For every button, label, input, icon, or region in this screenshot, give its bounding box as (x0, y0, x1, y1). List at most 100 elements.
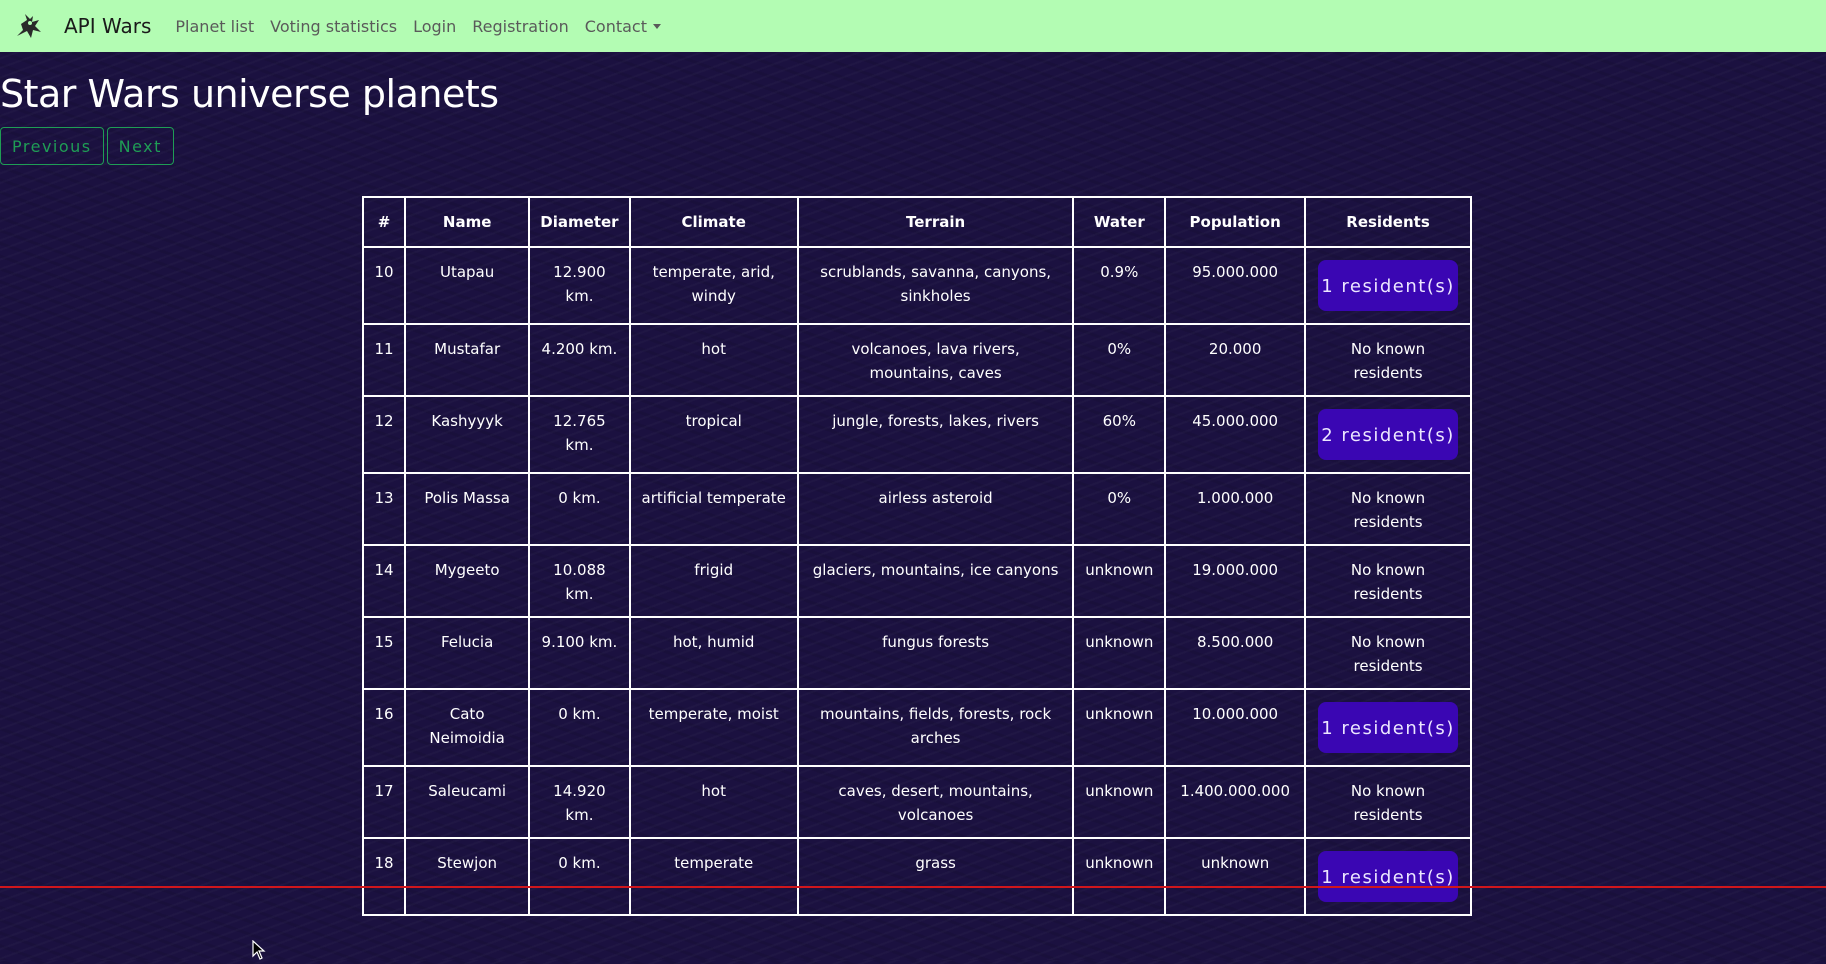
cell-water: unknown (1072, 544, 1167, 618)
page-title: Star Wars universe planets (0, 72, 499, 116)
residents-button[interactable]: 1 resident(s) (1318, 702, 1459, 753)
cell-population: 8.500.000 (1164, 616, 1307, 690)
cell-water: 0% (1072, 323, 1167, 397)
cell-climate: frigid (628, 544, 799, 618)
planets-table: # Name Diameter Climate Terrain Water Po… (362, 196, 1472, 916)
cell-name: Kashyyyk (403, 395, 531, 474)
cell-terrain: airless asteroid (796, 472, 1075, 546)
cell-num: 13 (362, 472, 406, 546)
header-water: Water (1072, 196, 1167, 248)
cell-name: Utapau (403, 246, 531, 325)
nav-registration[interactable]: Registration (472, 17, 568, 36)
cell-climate: temperate (628, 837, 799, 916)
cell-climate: tropical (628, 395, 799, 474)
cell-residents: 1 resident(s) (1304, 246, 1472, 325)
cell-diameter: 12.900 km. (528, 246, 631, 325)
cell-water: unknown (1072, 616, 1167, 690)
planets-table-container: # Name Diameter Climate Terrain Water Po… (362, 196, 1472, 960)
nav-contact-label: Contact (584, 16, 647, 36)
brand-logo-icon[interactable] (12, 9, 46, 43)
cell-climate: temperate, moist (628, 688, 799, 767)
cell-name: Polis Massa (403, 472, 531, 546)
cell-climate: hot, humid (628, 616, 799, 690)
table-row: 12 Kashyyyk 12.765 km. tropical jungle, fore… (362, 395, 1472, 474)
table-row: 10 Utapau 12.900 km. temperate, arid, windy… (362, 246, 1472, 325)
cell-terrain: fungus forests (796, 616, 1075, 690)
cell-num: 11 (362, 323, 406, 397)
horizontal-marker-line (0, 886, 1826, 888)
cell-diameter: 10.088 km. (528, 544, 631, 618)
cell-residents: No known residents (1304, 544, 1472, 618)
cell-water: 0% (1072, 472, 1167, 546)
cell-population: 10.000.000 (1164, 688, 1307, 767)
table-row: 14 Mygeeto 10.088 km. frigid glaciers, mount… (362, 544, 1472, 618)
cell-name: Mygeeto (403, 544, 531, 618)
cell-num: 15 (362, 616, 406, 690)
next-button[interactable]: Next (106, 127, 174, 165)
cell-name: Mustafar (403, 323, 531, 397)
cell-population: 95.000.000 (1164, 246, 1307, 325)
table-row: 13 Polis Massa 0 km. artificial temperate ai… (362, 472, 1472, 546)
header-climate: Climate (628, 196, 799, 248)
cell-diameter: 14.920 km. (528, 765, 631, 839)
cell-name: Felucia (403, 616, 531, 690)
cell-terrain: glaciers, mountains, ice canyons (796, 544, 1075, 618)
header-population: Population (1164, 196, 1307, 248)
residents-button[interactable]: 1 resident(s) (1318, 260, 1459, 311)
cell-population: 19.000.000 (1164, 544, 1307, 618)
cell-residents: No known residents (1304, 323, 1472, 397)
caret-down-icon (652, 23, 661, 29)
top-navbar: API Wars Planet list Voting statistics L… (0, 0, 1826, 52)
cell-climate: artificial temperate (628, 472, 799, 546)
cell-num: 12 (362, 395, 406, 474)
cell-diameter: 0 km. (528, 472, 631, 546)
cell-residents: 2 resident(s) (1304, 395, 1472, 474)
cell-residents: No known residents (1304, 765, 1472, 839)
cell-diameter: 9.100 km. (528, 616, 631, 690)
cell-num: 14 (362, 544, 406, 618)
nav-login[interactable]: Login (413, 17, 456, 36)
cell-name: Saleucami (403, 765, 531, 839)
cell-water: 60% (1072, 395, 1167, 474)
cell-water: unknown (1072, 837, 1167, 916)
cell-num: 10 (362, 246, 406, 325)
cell-residents: 1 resident(s) (1304, 837, 1472, 916)
nav-contact-dropdown[interactable]: Contact (585, 17, 661, 36)
cell-water: 0.9% (1072, 246, 1167, 325)
pagination: Previous Next (0, 127, 174, 165)
cell-population: 45.000.000 (1164, 395, 1307, 474)
table-row: 15 Felucia 9.100 km. hot, humid fungus fores… (362, 616, 1472, 690)
cell-water: unknown (1072, 688, 1167, 767)
cell-num: 16 (362, 688, 406, 767)
table-row: 17 Saleucami 14.920 km. hot caves, desert, m… (362, 765, 1472, 839)
header-name: Name (403, 196, 531, 248)
cell-diameter: 0 km. (528, 837, 631, 916)
header-residents: Residents (1304, 196, 1472, 248)
previous-button[interactable]: Previous (0, 127, 104, 165)
table-row: 16 Cato Neimoidia 0 km. temperate, moist mou… (362, 688, 1472, 767)
cell-name: Cato Neimoidia (403, 688, 531, 767)
nav-voting-statistics[interactable]: Voting statistics (270, 17, 397, 36)
cell-terrain: grass (796, 837, 1075, 916)
cell-terrain: volcanoes, lava rivers, mountains, caves (796, 323, 1075, 397)
cell-residents: No known residents (1304, 472, 1472, 546)
cell-num: 18 (362, 837, 406, 916)
residents-button[interactable]: 2 resident(s) (1318, 409, 1459, 460)
mouse-pointer-icon (252, 939, 266, 964)
cell-climate: temperate, arid, windy (628, 246, 799, 325)
table-header-row: # Name Diameter Climate Terrain Water Po… (362, 196, 1472, 248)
table-row: 11 Mustafar 4.200 km. hot volcanoes, lava ri… (362, 323, 1472, 397)
cell-diameter: 4.200 km. (528, 323, 631, 397)
table-row: 18 Stewjon 0 km. temperate grass unknown unkno… (362, 837, 1472, 916)
nav-planet-list[interactable]: Planet list (175, 17, 254, 36)
header-number: # (362, 196, 406, 248)
cell-residents: No known residents (1304, 616, 1472, 690)
cell-name: Stewjon (403, 837, 531, 916)
cell-terrain: caves, desert, mountains, volcanoes (796, 765, 1075, 839)
brand-name[interactable]: API Wars (64, 14, 151, 38)
cell-climate: hot (628, 323, 799, 397)
cell-climate: hot (628, 765, 799, 839)
cell-diameter: 0 km. (528, 688, 631, 767)
cell-terrain: scrublands, savanna, canyons, sinkholes (796, 246, 1075, 325)
residents-button[interactable]: 1 resident(s) (1318, 851, 1459, 902)
